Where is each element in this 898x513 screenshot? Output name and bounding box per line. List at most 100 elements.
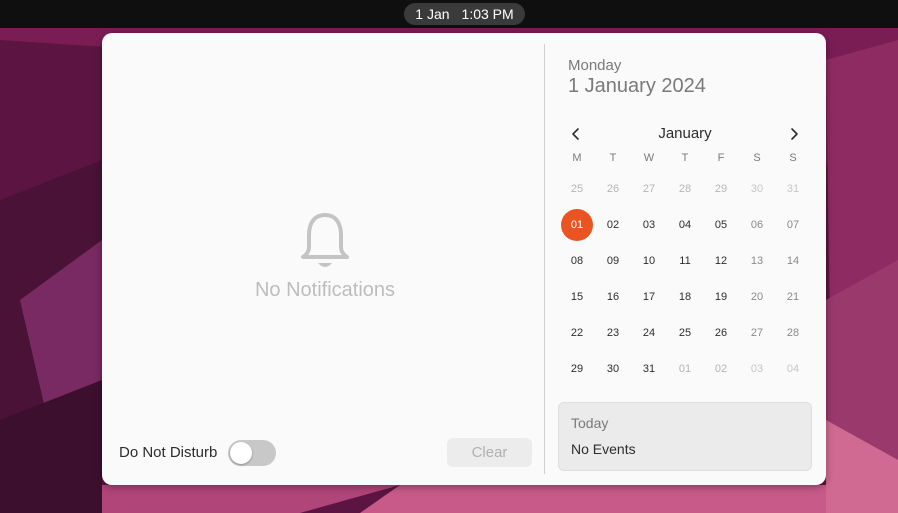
calendar-day[interactable]: 22	[559, 315, 595, 351]
chevron-right-icon	[791, 128, 798, 140]
calendar-day[interactable]: 01	[559, 207, 595, 243]
weekday-heading: Monday	[568, 57, 622, 74]
calendar-day[interactable]: 26	[703, 315, 739, 351]
weekday-header: T	[681, 152, 689, 164]
calendar-day[interactable]: 21	[775, 279, 811, 315]
calendar-day-number: 26	[606, 183, 620, 195]
chevron-left-icon	[572, 128, 579, 140]
calendar-day[interactable]: 07	[775, 207, 811, 243]
calendar-day[interactable]: 02	[595, 207, 631, 243]
bell-icon	[301, 213, 349, 267]
calendar-day-grid: 25 26 27 28 29 30 31 01 02 03 04 05 06 07 08 09 10 11 12 13…	[559, 171, 811, 387]
next-month-button[interactable]	[784, 124, 804, 144]
calendar-day[interactable]: 03	[739, 351, 775, 387]
calendar-day-number: 07	[786, 219, 800, 231]
calendar-day-number: 11	[679, 255, 691, 267]
top-bar: 1 Jan 1:03 PM	[0, 0, 898, 28]
calendar-day[interactable]: 31	[775, 171, 811, 207]
calendar-day[interactable]: 29	[559, 351, 595, 387]
calendar-day-number: 28	[678, 183, 692, 195]
calendar-day-number: 28	[786, 327, 800, 339]
month-label: January	[658, 125, 712, 142]
calendar-day-number: 04	[786, 363, 800, 375]
calendar-day-number: 05	[714, 219, 728, 231]
weekday-header: S	[789, 152, 797, 164]
calendar-day[interactable]: 17	[631, 279, 667, 315]
events-section[interactable]: Today No Events	[558, 402, 812, 471]
calendar-day-number: 13	[750, 255, 764, 267]
calendar-day[interactable]: 04	[775, 351, 811, 387]
calendar-day[interactable]: 02	[703, 351, 739, 387]
calendar-day-number: 26	[714, 327, 728, 339]
calendar-day[interactable]: 10	[631, 243, 667, 279]
calendar-day[interactable]: 25	[559, 171, 595, 207]
calendar-day[interactable]: 30	[595, 351, 631, 387]
calendar-day-number: 29	[714, 183, 728, 195]
clock-date: 1 Jan	[415, 6, 450, 22]
calendar-day[interactable]: 16	[595, 279, 631, 315]
calendar-day[interactable]: 24	[631, 315, 667, 351]
calendar-day-number: 27	[750, 327, 764, 339]
calendar-day-number: 06	[750, 219, 764, 231]
calendar-day[interactable]: 13	[739, 243, 775, 279]
notifications-calendar-popover: No Notifications Do Not Disturb Clear Mo…	[102, 33, 826, 485]
calendar-day[interactable]: 03	[631, 207, 667, 243]
calendar-day[interactable]: 18	[667, 279, 703, 315]
weekday-header: F	[717, 152, 725, 164]
calendar-day-number: 20	[750, 291, 764, 303]
clock-button[interactable]: 1 Jan 1:03 PM	[404, 3, 525, 25]
calendar-day[interactable]: 25	[667, 315, 703, 351]
calendar-day[interactable]: 31	[631, 351, 667, 387]
calendar-day[interactable]: 14	[775, 243, 811, 279]
events-title: Today	[571, 415, 609, 431]
calendar-day-number: 08	[570, 255, 584, 267]
calendar-day[interactable]: 08	[559, 243, 595, 279]
weekday-header-row: M T W T F S S	[559, 152, 811, 168]
calendar-day-number: 03	[642, 219, 656, 231]
calendar-day[interactable]: 26	[595, 171, 631, 207]
calendar-day[interactable]: 05	[703, 207, 739, 243]
calendar-day[interactable]: 20	[739, 279, 775, 315]
calendar-day-number: 30	[606, 363, 620, 375]
calendar-day[interactable]: 09	[595, 243, 631, 279]
calendar-day[interactable]: 15	[559, 279, 595, 315]
weekday-header: T	[609, 152, 617, 164]
calendar-day-number: 18	[678, 291, 692, 303]
calendar-day-number: 25	[570, 183, 584, 195]
calendar-day[interactable]: 23	[595, 315, 631, 351]
calendar-day-number: 04	[678, 219, 692, 231]
date-heading: 1 January 2024	[568, 75, 706, 97]
do-not-disturb-toggle[interactable]	[228, 440, 276, 466]
calendar-day-number: 30	[750, 183, 764, 195]
calendar-day[interactable]: 28	[775, 315, 811, 351]
calendar-day-number: 01	[678, 363, 692, 375]
calendar-day-number: 31	[786, 183, 800, 195]
calendar-day[interactable]: 28	[667, 171, 703, 207]
calendar-day-number: 15	[570, 291, 584, 303]
no-notifications-label: No Notifications	[254, 279, 396, 301]
calendar-day[interactable]: 11	[667, 243, 703, 279]
calendar-day[interactable]: 04	[667, 207, 703, 243]
calendar-day-number: 23	[606, 327, 620, 339]
calendar-day[interactable]: 30	[739, 171, 775, 207]
do-not-disturb-label: Do Not Disturb	[119, 444, 218, 461]
calendar-day[interactable]: 27	[739, 315, 775, 351]
calendar-day[interactable]: 12	[703, 243, 739, 279]
clear-button[interactable]: Clear	[447, 438, 532, 467]
calendar-day-number: 22	[570, 327, 584, 339]
calendar-day-number: 27	[642, 183, 656, 195]
calendar-day-number: 16	[606, 291, 620, 303]
calendar-day[interactable]: 19	[703, 279, 739, 315]
calendar-day[interactable]: 29	[703, 171, 739, 207]
weekday-header: S	[753, 152, 761, 164]
calendar-day-number: 19	[714, 291, 728, 303]
weekday-header: M	[572, 152, 582, 164]
calendar-day-number: 24	[642, 327, 656, 339]
calendar-day[interactable]: 01	[667, 351, 703, 387]
previous-month-button[interactable]	[566, 124, 586, 144]
calendar-day-number: 09	[606, 255, 620, 267]
calendar-day[interactable]: 27	[631, 171, 667, 207]
calendar-day[interactable]: 06	[739, 207, 775, 243]
calendar-day-number: 02	[606, 219, 620, 231]
calendar-day-number: 02	[714, 363, 728, 375]
